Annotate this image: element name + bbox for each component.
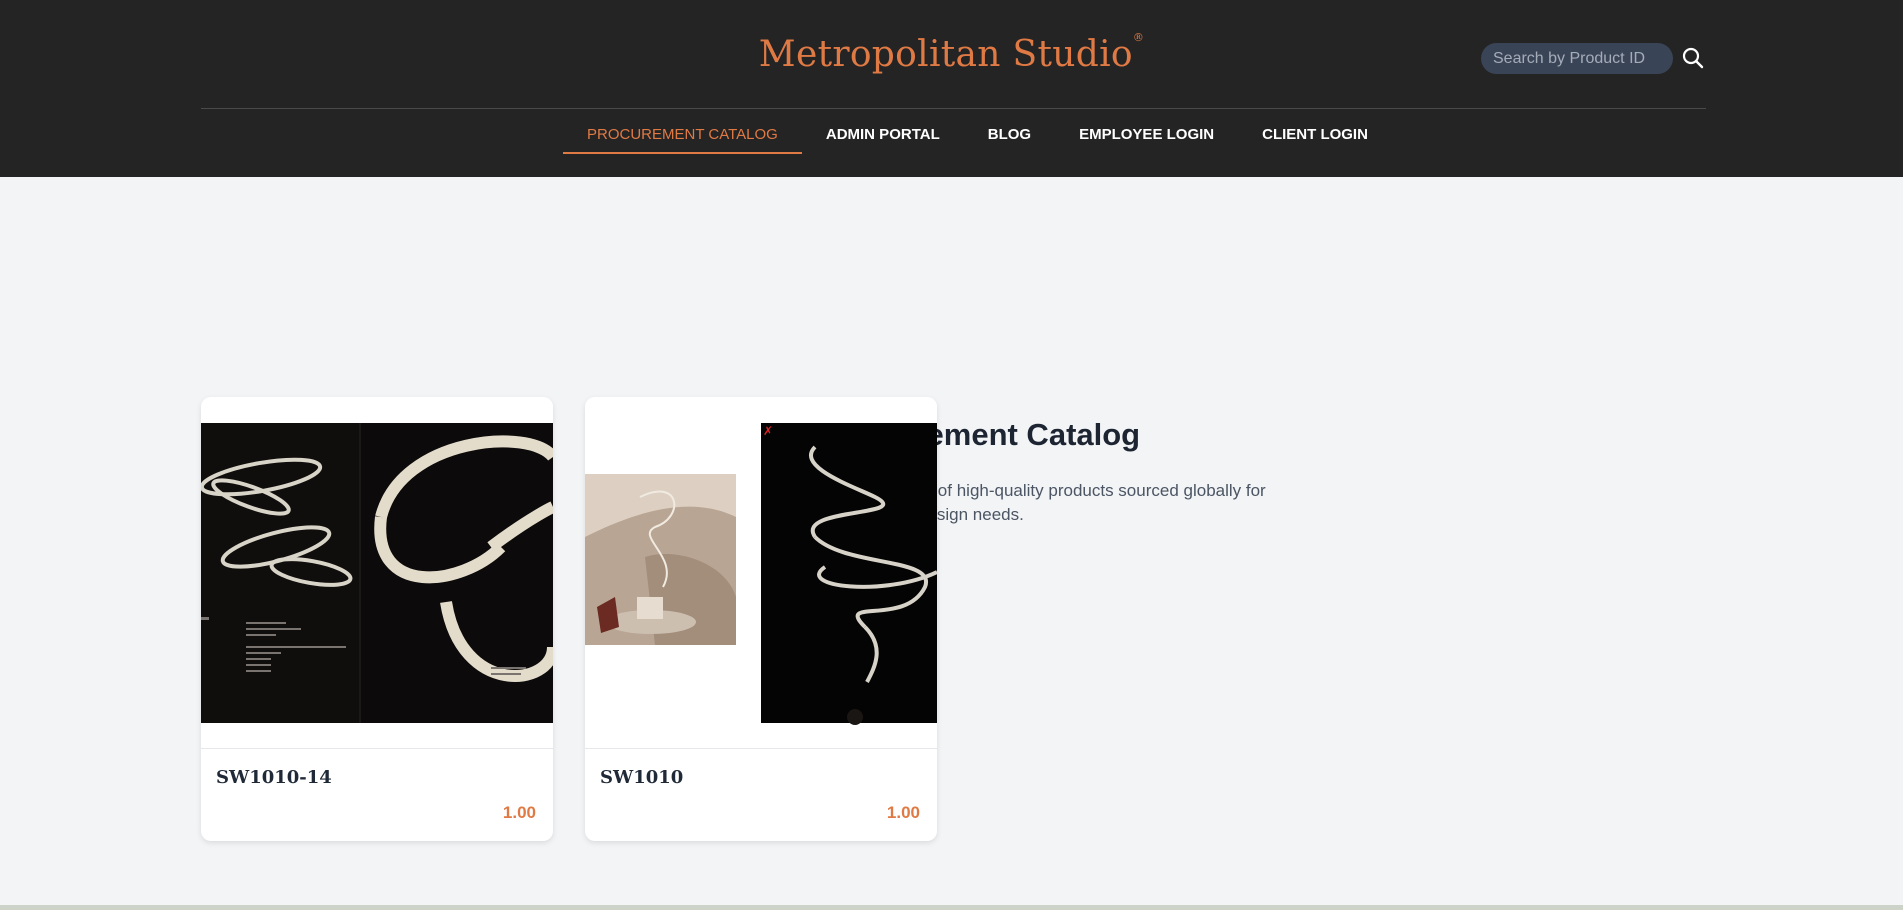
search-input[interactable] xyxy=(1481,43,1673,74)
product-image[interactable] xyxy=(201,397,553,749)
brand-name: Metropolitan Studio xyxy=(758,34,1133,75)
registered-mark: ® xyxy=(1132,31,1145,44)
product-price: 1.00 xyxy=(502,803,536,822)
product-name[interactable]: SW1010 xyxy=(600,767,683,788)
nav-admin-portal[interactable]: ADMIN PORTAL xyxy=(802,118,964,154)
search-icon[interactable] xyxy=(1680,45,1706,71)
nav-procurement-catalog[interactable]: PROCUREMENT CATALOG xyxy=(563,118,802,154)
product-image[interactable]: ✗ xyxy=(585,397,937,749)
footer-edge xyxy=(0,905,1903,910)
site-header: Metropolitan Studio® PROCUREMENT CATALOG… xyxy=(0,0,1903,177)
header-divider xyxy=(201,108,1706,109)
product-price: 1.00 xyxy=(886,803,920,822)
svg-text:✗: ✗ xyxy=(763,424,773,438)
main-nav: PROCUREMENT CATALOG ADMIN PORTAL BLOG EM… xyxy=(563,118,1392,154)
nav-blog[interactable]: BLOG xyxy=(964,118,1055,154)
product-name[interactable]: SW1010-14 xyxy=(216,767,332,788)
nav-client-login[interactable]: CLIENT LOGIN xyxy=(1238,118,1392,154)
product-card[interactable]: ✗ SW1010 1.00 xyxy=(585,397,937,841)
product-card[interactable]: SW1010-14 1.00 xyxy=(201,397,553,841)
nav-employee-login[interactable]: EMPLOYEE LOGIN xyxy=(1055,118,1238,154)
